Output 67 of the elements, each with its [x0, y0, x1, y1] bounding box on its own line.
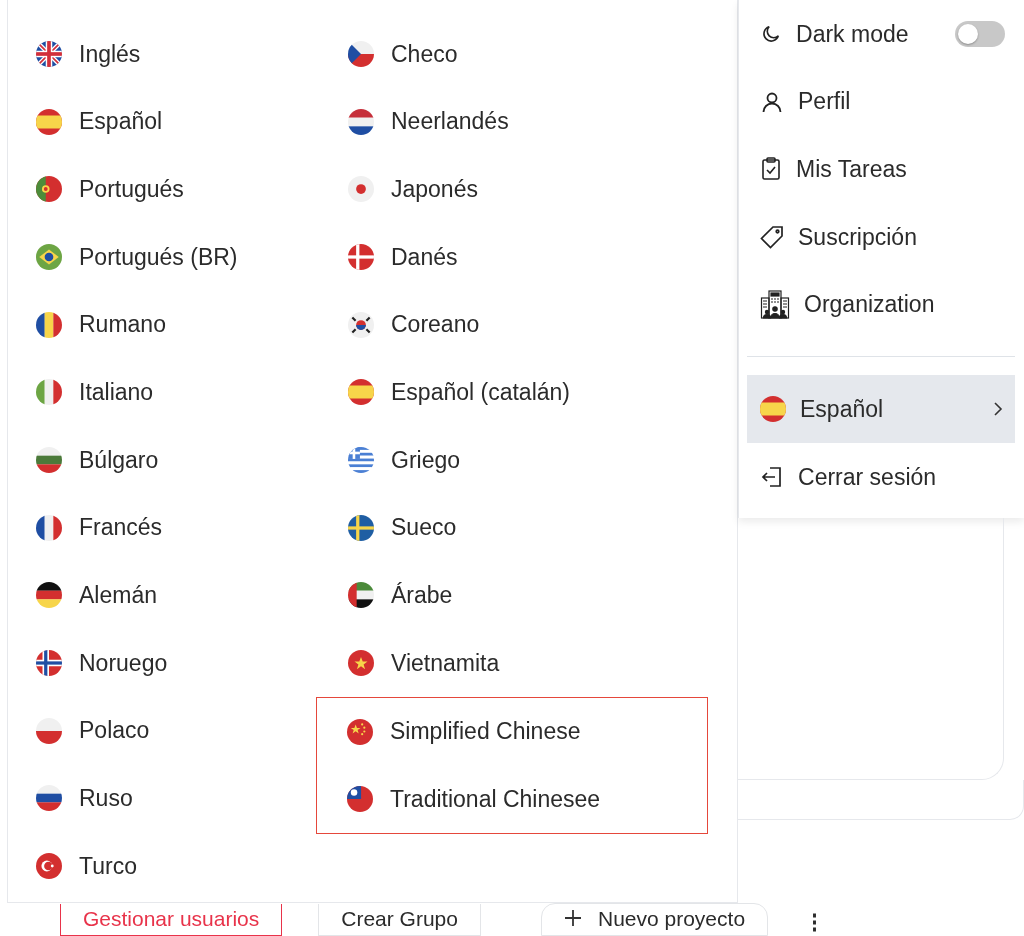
flag-icon: [36, 379, 62, 406]
language-item[interactable]: Español: [34, 87, 346, 156]
clipboard-check-icon: [760, 157, 783, 182]
language-item[interactable]: Ruso: [34, 764, 346, 833]
flag-icon: [36, 176, 62, 203]
menu-item[interactable]: Suscripción: [747, 203, 1015, 271]
office-people-icon: [760, 289, 791, 320]
language-item[interactable]: Traditional Chinesee: [345, 765, 707, 834]
flag-icon: [348, 379, 374, 406]
language-item[interactable]: Rumano: [34, 290, 346, 359]
manage-users-button[interactable]: Gestionar usuarios: [60, 903, 283, 936]
language-item[interactable]: Búlgaro: [34, 426, 346, 494]
language-item[interactable]: Alemán: [34, 561, 346, 630]
toggle-switch[interactable]: [955, 20, 1005, 47]
plus-icon: [564, 909, 582, 928]
tag-icon: [760, 224, 785, 249]
language-item[interactable]: Simplified Chinese: [345, 697, 707, 766]
flag-icon: [348, 311, 374, 338]
language-item[interactable]: Portugués: [34, 155, 346, 224]
flag-icon: [36, 514, 62, 541]
language-item[interactable]: Inglés: [34, 20, 346, 88]
language-item[interactable]: Español (catalán): [346, 358, 658, 427]
menu-item[interactable]: Cerrar sesión: [747, 443, 1015, 511]
language-item[interactable]: Danés: [346, 223, 658, 291]
flag-icon: [347, 786, 373, 813]
flag-icon: [348, 176, 374, 203]
menu-item[interactable]: Perfil: [747, 67, 1015, 136]
flag-icon: [347, 718, 373, 745]
language-item[interactable]: Sueco: [346, 493, 658, 562]
chevron-right-icon: [991, 401, 1005, 418]
language-menu-item[interactable]: Español: [747, 375, 1015, 444]
language-item[interactable]: Polaco: [34, 696, 346, 765]
menu-item[interactable]: Mis Tareas: [747, 135, 1015, 204]
flag-icon: [348, 582, 374, 609]
language-item[interactable]: Árabe: [346, 561, 658, 630]
language-item[interactable]: Portugués (BR): [34, 223, 346, 291]
language-item[interactable]: Japonés: [346, 155, 658, 224]
language-item[interactable]: Neerlandés: [346, 87, 658, 156]
language-item[interactable]: Italiano: [34, 358, 346, 427]
language-item[interactable]: Griego: [346, 426, 658, 494]
flag-icon: [36, 853, 62, 880]
language-item[interactable]: Turco: [34, 832, 346, 900]
flag-icon: [36, 446, 62, 473]
flag-icon: [348, 514, 374, 541]
language-item[interactable]: Coreano: [346, 290, 658, 359]
create-group-button[interactable]: Crear Grupo: [318, 903, 481, 936]
flag-icon: [36, 40, 62, 67]
flag-icon: [760, 396, 787, 423]
flag-icon: [348, 108, 374, 135]
menu-label: Dark mode: [796, 19, 909, 49]
flag-icon: [36, 108, 62, 135]
menu-item[interactable]: Organization: [747, 270, 1015, 339]
language-item[interactable]: Francés: [34, 493, 346, 562]
new-project-button[interactable]: Nuevo proyecto: [541, 902, 769, 936]
language-item[interactable]: Checo: [346, 20, 658, 88]
flag-icon: [36, 243, 62, 270]
flag-icon: [36, 311, 62, 338]
flag-icon: [348, 243, 374, 270]
flag-icon: [36, 785, 62, 812]
flag-icon: [348, 446, 374, 473]
language-item[interactable]: Noruego: [34, 629, 346, 697]
flag-icon: [36, 650, 62, 677]
flag-icon: [36, 582, 62, 609]
language-item[interactable]: Vietnamita: [346, 629, 658, 697]
flag-icon: [348, 40, 374, 67]
flag-icon: [36, 717, 62, 744]
flag-icon: [348, 650, 374, 677]
